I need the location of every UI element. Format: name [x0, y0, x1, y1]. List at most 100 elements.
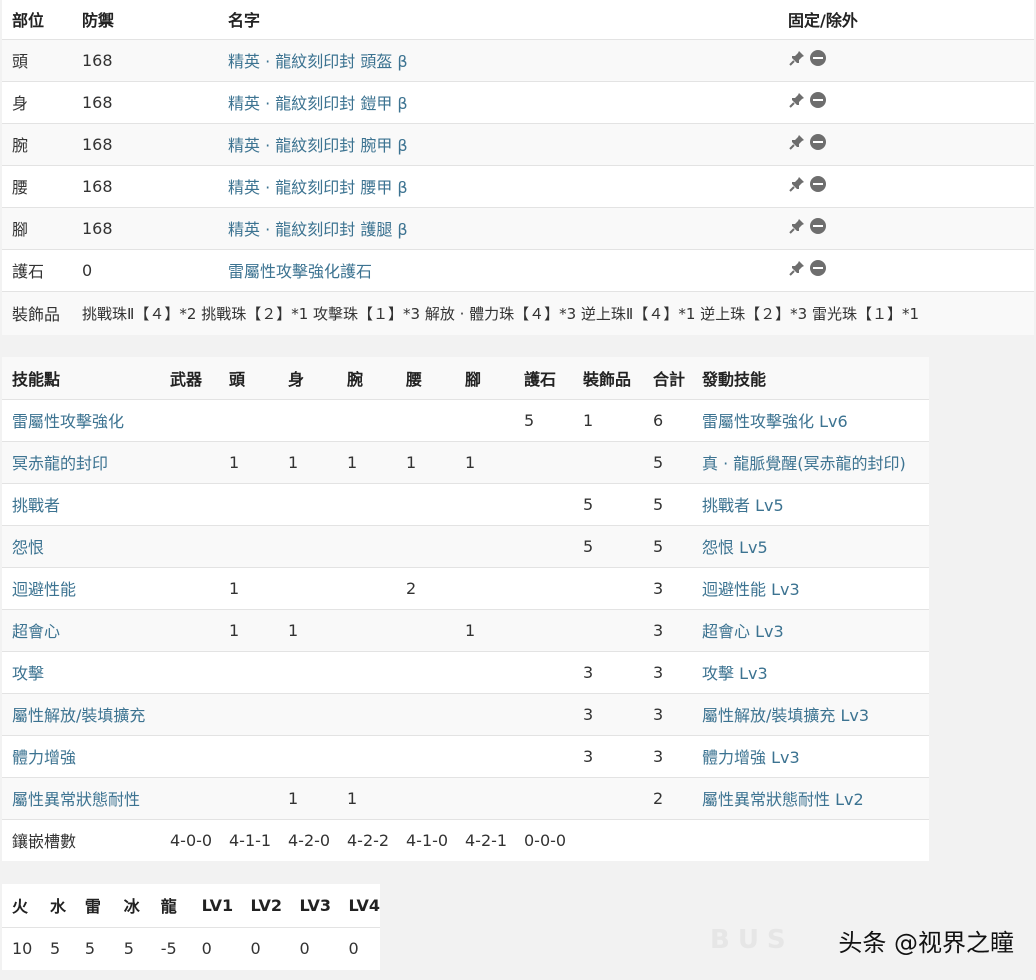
waist-cell [396, 692, 455, 735]
arm-cell [337, 608, 396, 651]
actions-cell [778, 80, 1034, 123]
skill-row: 迴避性能 1 2 3 迴避性能 Lv3 [2, 566, 929, 609]
header-lv1: LV1 [201, 895, 234, 915]
exclude-icon[interactable] [810, 218, 826, 234]
defense-cell: 168 [72, 80, 218, 123]
deco-cell [573, 608, 643, 651]
legs-cell [455, 734, 514, 777]
activated-skill-link[interactable]: 雷屬性攻擊強化 Lv6 [692, 398, 929, 441]
head-cell [219, 524, 278, 567]
ice-value: 5 [113, 926, 151, 970]
resistance-values-row: 10 5 5 5 -5 0 0 0 0 [2, 926, 380, 970]
header-body: 身 [288, 369, 305, 389]
actions-cell [778, 122, 1034, 165]
waist-cell [396, 608, 455, 651]
skill-name-link[interactable]: 冥赤龍的封印 [2, 440, 160, 483]
pin-icon[interactable] [788, 217, 806, 235]
waist-cell: 2 [396, 566, 455, 609]
header-weapon: 武器 [170, 369, 203, 389]
head-cell: 1 [219, 566, 278, 609]
exclude-icon[interactable] [810, 92, 826, 108]
armor-name-link[interactable]: 精英 · 龍紋刻印封 腕甲 β [218, 122, 778, 165]
skill-name-link[interactable]: 迴避性能 [2, 566, 160, 609]
head-cell [219, 692, 278, 735]
charm-cell [514, 734, 573, 777]
head-cell: 1 [219, 440, 278, 483]
activated-skill-link[interactable]: 怨恨 Lv5 [692, 524, 929, 567]
activated-skill-link[interactable]: 體力增強 Lv3 [692, 734, 929, 777]
skill-row: 雷屬性攻擊強化 5 1 6 雷屬性攻擊強化 Lv6 [2, 398, 929, 441]
slot-waist: 4-1-0 [396, 818, 455, 861]
body-cell [278, 524, 337, 567]
part-cell: 身 [2, 80, 72, 123]
legs-cell [455, 566, 514, 609]
activated-skill-link[interactable]: 真 · 龍脈覺醒(冥赤龍的封印) [692, 440, 929, 483]
total-cell: 3 [643, 566, 692, 609]
waist-cell [396, 650, 455, 693]
exclude-icon[interactable] [810, 50, 826, 66]
head-cell [219, 482, 278, 525]
skill-name-link[interactable]: 超會心 [2, 608, 160, 651]
waist-cell [396, 398, 455, 441]
actions-cell [778, 206, 1034, 249]
activated-skill-link[interactable]: 屬性異常狀態耐性 Lv2 [692, 776, 929, 819]
skill-name-link[interactable]: 屬性異常狀態耐性 [2, 776, 160, 819]
legs-cell [455, 398, 514, 441]
weapon-cell [160, 566, 219, 609]
resistance-table: 火 水 雷 冰 龍 LV1 LV2 LV3 LV4 10 5 5 5 -5 0 … [2, 884, 380, 970]
skill-name-link[interactable]: 怨恨 [2, 524, 160, 567]
header-thunder: 雷 [84, 897, 101, 917]
skill-name-link[interactable]: 雷屬性攻擊強化 [2, 398, 160, 441]
armor-name-link[interactable]: 精英 · 龍紋刻印封 腰甲 β [218, 164, 778, 207]
pin-icon[interactable] [788, 91, 806, 109]
charm-cell [514, 440, 573, 483]
fire-value: 10 [2, 926, 40, 970]
lv1-value: 0 [191, 926, 241, 970]
pin-icon[interactable] [788, 133, 806, 151]
armor-name-link[interactable]: 精英 · 龍紋刻印封 鎧甲 β [218, 80, 778, 123]
slots-row: 鑲嵌槽數 4-0-0 4-1-1 4-2-0 4-2-2 4-1-0 4-2-1… [2, 818, 929, 861]
skill-row: 挑戰者 5 5 挑戰者 Lv5 [2, 482, 929, 525]
armor-name-link[interactable]: 精英 · 龍紋刻印封 頭盔 β [218, 38, 778, 81]
skill-name-link[interactable]: 攻擊 [2, 650, 160, 693]
armor-name-link[interactable]: 精英 · 龍紋刻印封 護腿 β [218, 206, 778, 249]
header-total: 合計 [653, 369, 686, 389]
activated-skill-link[interactable]: 屬性解放/裝填擴充 Lv3 [692, 692, 929, 735]
armor-name-link[interactable]: 雷屬性攻擊強化護石 [218, 248, 778, 291]
pin-icon[interactable] [788, 259, 806, 277]
defense-cell: 168 [72, 164, 218, 207]
exclude-icon[interactable] [810, 134, 826, 150]
head-cell [219, 650, 278, 693]
skill-row: 屬性解放/裝填擴充 3 3 屬性解放/裝填擴充 Lv3 [2, 692, 929, 735]
header-water: 水 [49, 897, 66, 917]
pin-icon[interactable] [788, 175, 806, 193]
activated-skill-link[interactable]: 迴避性能 Lv3 [692, 566, 929, 609]
activated-skill-link[interactable]: 攻擊 Lv3 [692, 650, 929, 693]
exclude-icon[interactable] [810, 176, 826, 192]
actions-cell [778, 38, 1034, 81]
skill-name-link[interactable]: 體力增強 [2, 734, 160, 777]
head-cell [219, 398, 278, 441]
skill-name-link[interactable]: 屬性解放/裝填擴充 [2, 692, 160, 735]
header-charm: 護石 [524, 369, 557, 389]
legs-cell [455, 482, 514, 525]
exclude-icon[interactable] [810, 260, 826, 276]
skill-name-link[interactable]: 挑戰者 [2, 482, 160, 525]
background-watermark-text: BUS [710, 925, 794, 955]
total-cell: 5 [643, 440, 692, 483]
arm-cell [337, 692, 396, 735]
weapon-cell [160, 440, 219, 483]
head-cell [219, 776, 278, 819]
equipment-row: 腕 168 精英 · 龍紋刻印封 腕甲 β [2, 122, 1034, 165]
header-arm: 腕 [347, 369, 364, 389]
weapon-cell [160, 524, 219, 567]
activated-skill-link[interactable]: 超會心 Lv3 [692, 608, 929, 651]
pin-icon[interactable] [788, 49, 806, 67]
weapon-cell [160, 482, 219, 525]
activated-skill-link[interactable]: 挑戰者 Lv5 [692, 482, 929, 525]
header-pin-exclude: 固定/除外 [788, 11, 858, 31]
arm-cell [337, 482, 396, 525]
equipment-table: 部位 防禦 名字 固定/除外 頭 168 精英 · 龍紋刻印封 頭盔 β 身 1… [2, 0, 1034, 335]
weapon-cell [160, 692, 219, 735]
body-cell: 1 [278, 776, 337, 819]
